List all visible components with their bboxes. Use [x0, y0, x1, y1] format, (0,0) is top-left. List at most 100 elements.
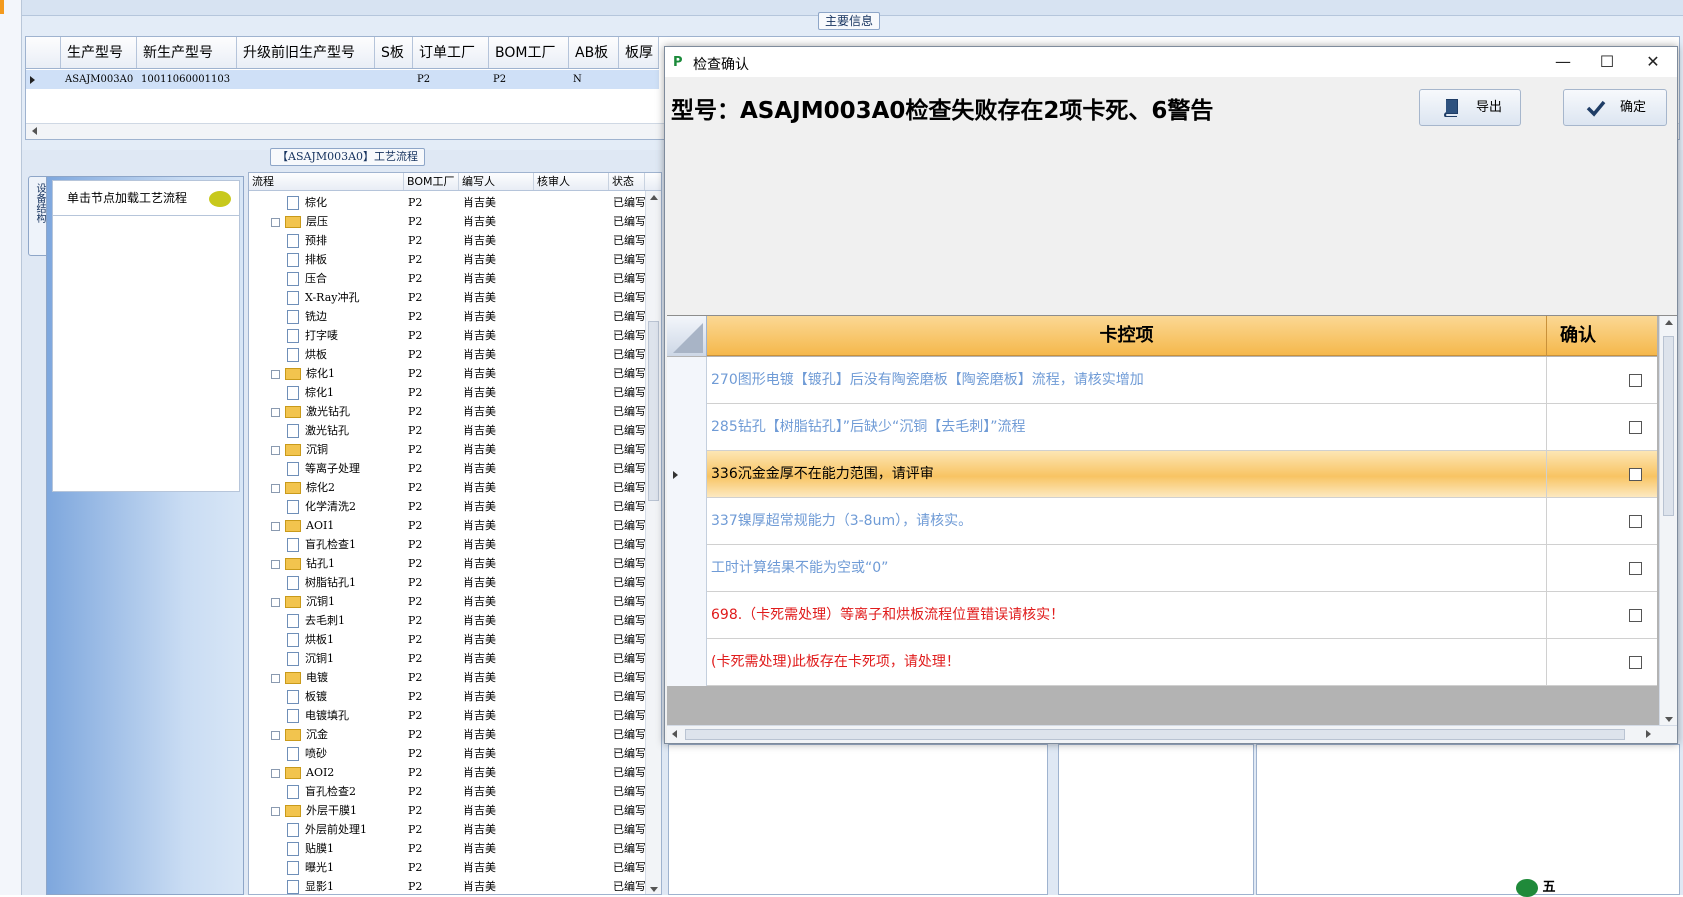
tree-row[interactable]: 贴膜1 P2 肖吉美 已编写: [249, 839, 645, 858]
control-item-text[interactable]: 工时计算结果不能为空或“0”: [711, 545, 1547, 592]
row-selector[interactable]: [667, 592, 707, 639]
tree-node[interactable]: 显影1: [249, 877, 404, 894]
tree-row[interactable]: 沉铜1 P2 肖吉美 已编写: [249, 649, 645, 668]
tree-node[interactable]: 钻孔1: [249, 554, 404, 573]
control-grid-hscroll-thumb[interactable]: [685, 729, 1625, 740]
tree-node[interactable]: AOI2: [249, 763, 404, 782]
tree-row[interactable]: AOI1 P2 肖吉美 已编写: [249, 516, 645, 535]
control-item-text[interactable]: 270图形电镀【镀孔】后没有陶瓷磨板【陶瓷磨板】流程，请核实增加: [711, 357, 1547, 404]
tree-row[interactable]: 沉铜1 P2 肖吉美 已编写: [249, 592, 645, 611]
tree-row[interactable]: 外层前处理1 P2 肖吉美 已编写: [249, 820, 645, 839]
flow-tree[interactable]: 流程 BOM工厂 编写人 核审人 状态 棕化 P2 肖吉美 已编写 层压 P2 肖吉美 已编写 预排 P2…: [248, 172, 662, 895]
column-header[interactable]: S板: [375, 37, 413, 68]
grid-cell[interactable]: 10011060001103: [137, 70, 237, 89]
control-item-row[interactable]: 698.（卡死需处理）等离子和烘板流程位置错误请核实！: [667, 592, 1657, 639]
control-item-text[interactable]: 698.（卡死需处理）等离子和烘板流程位置错误请核实！: [711, 592, 1547, 639]
tree-row[interactable]: 棕化 P2 肖吉美 已编写: [249, 193, 645, 212]
tree-column-header[interactable]: 核审人: [534, 173, 609, 190]
collapse-icon[interactable]: [271, 445, 280, 455]
scroll-right-icon[interactable]: [1646, 730, 1651, 738]
node-hint-header[interactable]: 单击节点加载工艺流程: [52, 180, 240, 216]
tree-node[interactable]: 压合: [249, 269, 404, 288]
grid-cell[interactable]: [619, 70, 659, 89]
tree-row[interactable]: 激光钻孔 P2 肖吉美 已编写: [249, 421, 645, 440]
tree-node[interactable]: 沉铜1: [249, 592, 404, 611]
control-item-row[interactable]: 336沉金金厚不在能力范围，请评审: [667, 451, 1657, 498]
tree-node[interactable]: 等离子处理: [249, 459, 404, 478]
tree-row[interactable]: 外层干膜1 P2 肖吉美 已编写: [249, 801, 645, 820]
column-header[interactable]: 板厚: [619, 37, 659, 68]
tree-node[interactable]: X-Ray冲孔: [249, 288, 404, 307]
tree-row[interactable]: 化学清洗2 P2 肖吉美 已编写: [249, 497, 645, 516]
tree-row[interactable]: 烘板 P2 肖吉美 已编写: [249, 345, 645, 364]
header-control-item[interactable]: 卡控项: [707, 316, 1547, 356]
grid-cell[interactable]: ASAJM003A0: [61, 70, 137, 89]
tree-row[interactable]: 棕化1 P2 肖吉美 已编写: [249, 364, 645, 383]
tree-row[interactable]: 盲孔检查1 P2 肖吉美 已编写: [249, 535, 645, 554]
tree-row[interactable]: 层压 P2 肖吉美 已编写: [249, 212, 645, 231]
tree-row[interactable]: 预排 P2 肖吉美 已编写: [249, 231, 645, 250]
confirm-checkbox[interactable]: [1629, 468, 1642, 481]
tree-column-header[interactable]: 状态: [609, 173, 645, 190]
confirm-checkbox[interactable]: [1629, 515, 1642, 528]
tree-node[interactable]: 层压: [249, 212, 404, 231]
tree-node[interactable]: 盲孔检查2: [249, 782, 404, 801]
scroll-left-icon[interactable]: [32, 127, 37, 135]
column-header[interactable]: BOM工厂: [489, 37, 569, 68]
column-header[interactable]: 升级前旧生产型号: [237, 37, 375, 68]
tree-row[interactable]: 电镀填孔 P2 肖吉美 已编写: [249, 706, 645, 725]
grid-cell[interactable]: [375, 70, 413, 89]
scroll-up-icon[interactable]: [1665, 320, 1673, 325]
tree-node[interactable]: 曝光1: [249, 858, 404, 877]
column-header[interactable]: 生产型号: [61, 37, 137, 68]
chat-bubble-icon[interactable]: [209, 191, 231, 207]
tree-node[interactable]: 电镀: [249, 668, 404, 687]
control-item-text[interactable]: 336沉金金厚不在能力范围，请评审: [711, 451, 1547, 498]
tree-row[interactable]: 打字唛 P2 肖吉美 已编写: [249, 326, 645, 345]
tree-row[interactable]: 等离子处理 P2 肖吉美 已编写: [249, 459, 645, 478]
row-selector[interactable]: [667, 639, 707, 686]
close-icon[interactable]: ✕: [1631, 47, 1675, 77]
confirm-checkbox[interactable]: [1629, 562, 1642, 575]
tree-node[interactable]: 外层前处理1: [249, 820, 404, 839]
collapse-icon[interactable]: [271, 673, 280, 683]
collapse-icon[interactable]: [271, 521, 280, 531]
tree-node[interactable]: 喷砂: [249, 744, 404, 763]
tree-row[interactable]: 板镀 P2 肖吉美 已编写: [249, 687, 645, 706]
tree-node[interactable]: 树脂钻孔1: [249, 573, 404, 592]
control-grid-vscroll[interactable]: [1659, 316, 1677, 726]
column-header[interactable]: 订单工厂: [413, 37, 489, 68]
tree-row[interactable]: 烘板1 P2 肖吉美 已编写: [249, 630, 645, 649]
tree-node[interactable]: AOI1: [249, 516, 404, 535]
tree-node[interactable]: 化学清洗2: [249, 497, 404, 516]
dialog-titlebar[interactable]: P 检查确认 — ☐ ✕: [665, 47, 1677, 77]
confirm-checkbox[interactable]: [1629, 374, 1642, 387]
tree-row[interactable]: 显影1 P2 肖吉美 已编写: [249, 877, 645, 894]
tree-row[interactable]: 曝光1 P2 肖吉美 已编写: [249, 858, 645, 877]
grid-cell[interactable]: P2: [489, 70, 569, 89]
main-info-row[interactable]: ASAJM003A0 10011060001103 P2 P2 N: [26, 70, 659, 89]
tree-node[interactable]: 排板: [249, 250, 404, 269]
maximize-icon[interactable]: ☐: [1585, 47, 1629, 77]
confirm-checkbox[interactable]: [1629, 421, 1642, 434]
tree-node[interactable]: 去毛刺1: [249, 611, 404, 630]
tree-node[interactable]: 预排: [249, 231, 404, 250]
control-grid-hscroll[interactable]: [667, 725, 1677, 743]
flow-tree-vscroll[interactable]: [645, 191, 661, 894]
tree-row[interactable]: 棕化1 P2 肖吉美 已编写: [249, 383, 645, 402]
confirm-button[interactable]: 确定: [1563, 89, 1667, 126]
control-items-grid[interactable]: 卡控项 确认 270图形电镀【镀孔】后没有陶瓷磨板【陶瓷磨板】流程，请核实增加 2…: [667, 315, 1677, 743]
collapse-icon[interactable]: [271, 597, 280, 607]
grid-cell[interactable]: [237, 70, 375, 89]
column-header[interactable]: 新生产型号: [137, 37, 237, 68]
tree-node[interactable]: 板镀: [249, 687, 404, 706]
collapse-icon[interactable]: [271, 217, 280, 227]
tree-row[interactable]: 压合 P2 肖吉美 已编写: [249, 269, 645, 288]
grid-cell[interactable]: P2: [413, 70, 489, 89]
tree-row[interactable]: 激光钻孔 P2 肖吉美 已编写: [249, 402, 645, 421]
scroll-down-icon[interactable]: [650, 887, 658, 892]
tree-node[interactable]: 沉金: [249, 725, 404, 744]
tree-column-header[interactable]: 流程: [249, 173, 404, 190]
tree-node[interactable]: 烘板: [249, 345, 404, 364]
tree-node[interactable]: 棕化1: [249, 383, 404, 402]
